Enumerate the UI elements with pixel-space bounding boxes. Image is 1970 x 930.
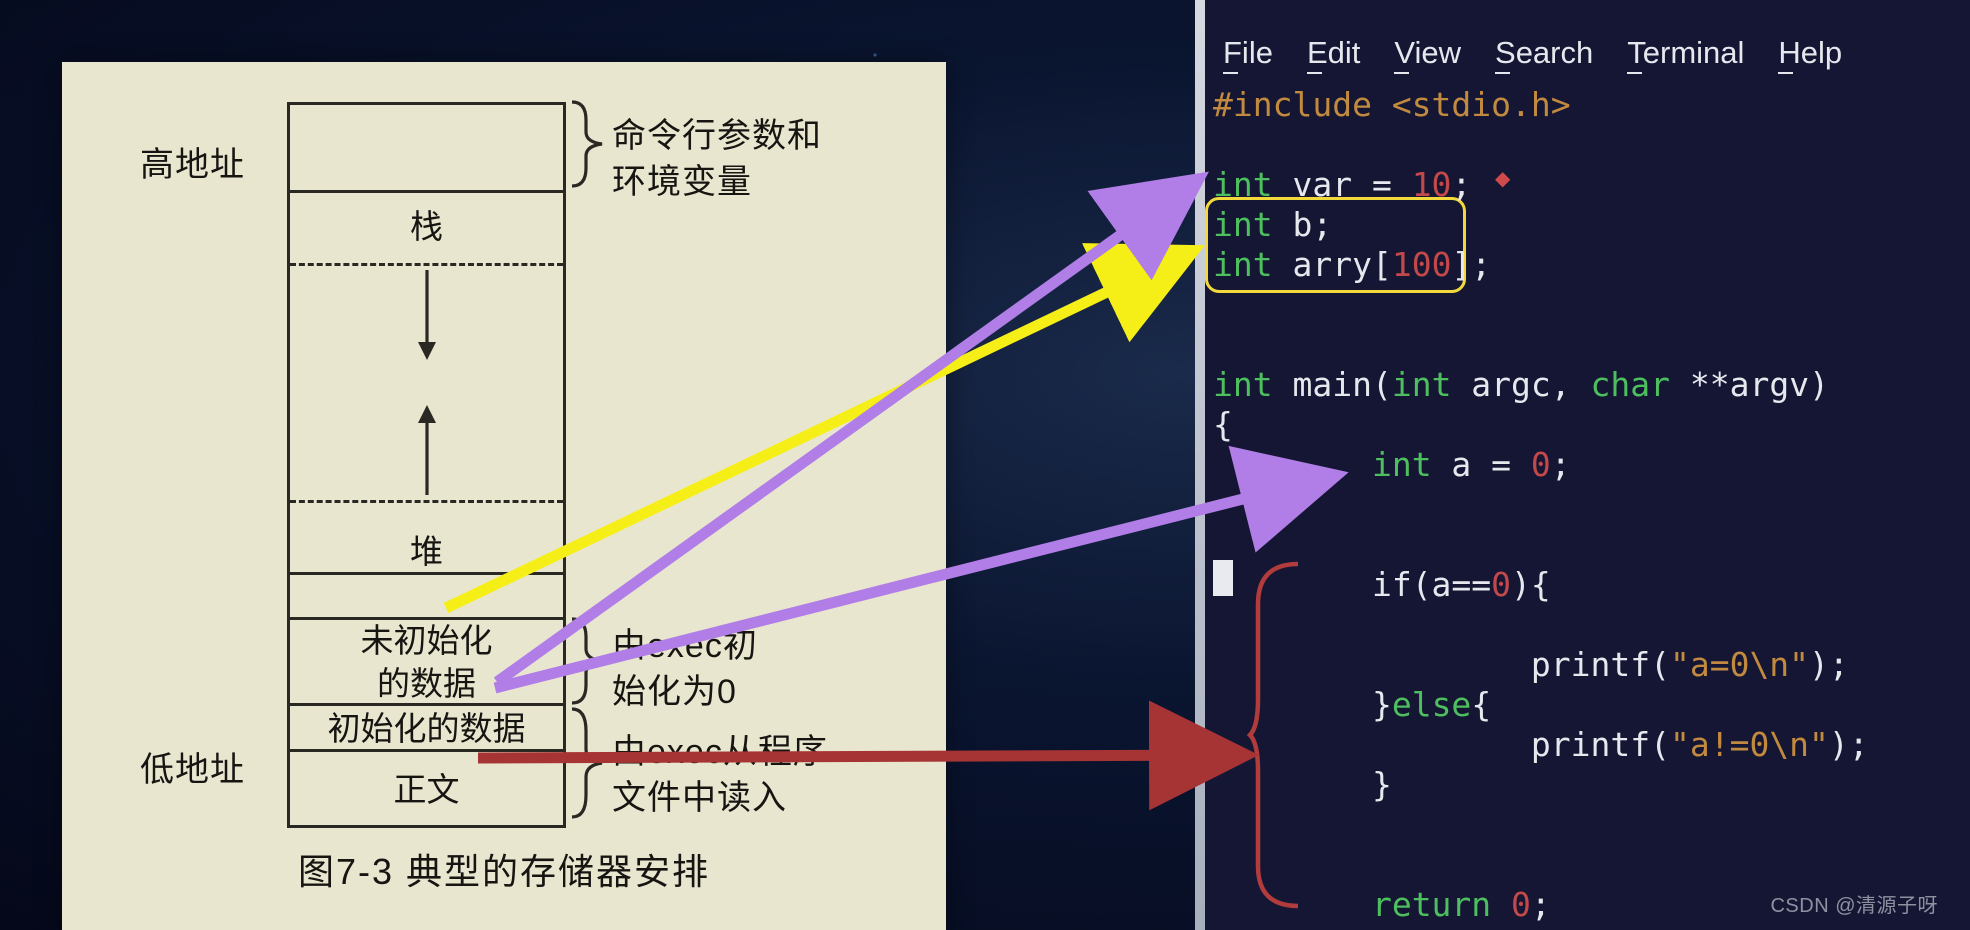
stack-down-arrow bbox=[418, 270, 436, 365]
menu-edit[interactable]: Edit bbox=[1307, 35, 1360, 71]
seg-stack: 栈 bbox=[290, 200, 563, 255]
brace-cmdline bbox=[570, 100, 604, 188]
seg-data: 初始化的数据 bbox=[290, 705, 563, 753]
brace-text bbox=[570, 707, 604, 819]
heap-up-arrow bbox=[418, 405, 436, 500]
menu-bar: File Edit View Search Terminal Help bbox=[1223, 35, 1842, 71]
pane-separator[interactable] bbox=[1195, 0, 1205, 930]
brace-bss bbox=[570, 617, 604, 705]
menu-help[interactable]: Help bbox=[1778, 35, 1842, 71]
high-addr-label: 高地址 bbox=[140, 137, 245, 186]
menu-terminal[interactable]: Terminal bbox=[1627, 35, 1744, 71]
red-brace-text-seg bbox=[1250, 560, 1310, 910]
menu-file[interactable]: File bbox=[1223, 35, 1273, 71]
menu-search[interactable]: Search bbox=[1495, 35, 1593, 71]
note-bss: 由exec初 始化为0 bbox=[612, 624, 758, 716]
note-text: 由exec从程序 文件中读入 bbox=[612, 730, 828, 822]
menu-view[interactable]: View bbox=[1394, 35, 1461, 71]
seg-heap: 堆 bbox=[290, 525, 563, 580]
figure-caption: 图7-3 典型的存储器安排 bbox=[62, 843, 946, 895]
terminal-window: File Edit View Search Terminal Help ◆ #i… bbox=[1195, 0, 1970, 930]
code-area[interactable]: #include <stdio.h> int var = 10; int b; … bbox=[1213, 85, 1970, 930]
text-cursor bbox=[1213, 560, 1233, 596]
low-addr-label: 低地址 bbox=[140, 742, 245, 791]
seg-bss: 未初始化 的数据 bbox=[290, 619, 563, 707]
memory-layout-page: 高地址 低地址 栈 堆 未初始化 的数据 初始化的数据 正文 命令行参数和 环境… bbox=[62, 62, 946, 930]
note-cmdline: 命令行参数和 环境变量 bbox=[612, 114, 822, 206]
memory-box: 栈 堆 未初始化 的数据 初始化的数据 正文 bbox=[287, 102, 566, 828]
watermark: CSDN @清源子呀 bbox=[1770, 889, 1938, 918]
seg-text: 正文 bbox=[290, 755, 563, 825]
